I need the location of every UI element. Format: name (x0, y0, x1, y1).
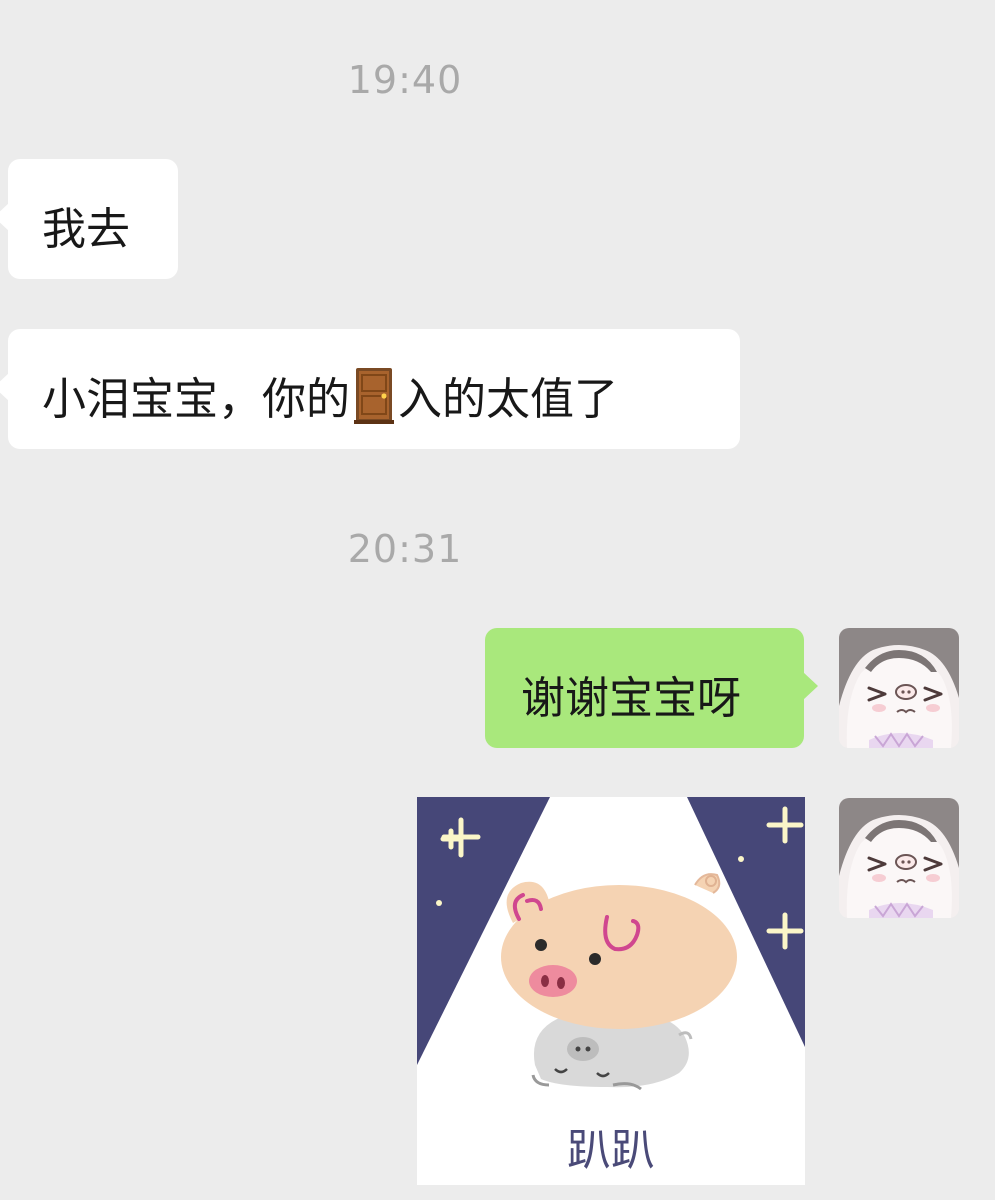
incoming-message-bubble[interactable]: 小泪宝宝，你的 入的太值了 (0, 329, 740, 449)
bubble-tail (0, 373, 9, 401)
pig-sticker-message[interactable]: 趴趴 (417, 797, 805, 1185)
sticker-caption: 趴趴 (567, 1125, 655, 1176)
message-text: 小泪宝宝，你的 (42, 374, 350, 425)
message-text: 入的太值了 (398, 374, 618, 425)
timestamp: 20:31 (347, 527, 463, 571)
message-text: 谢谢宝宝呀 (521, 673, 741, 724)
door-emoji-icon (354, 366, 394, 424)
user-avatar[interactable] (839, 628, 959, 748)
bubble-tail (0, 203, 9, 231)
incoming-message-bubble[interactable]: 我去 (0, 159, 178, 279)
lying-pig-sticker-icon: 趴趴 (417, 797, 805, 1185)
message-text: 我去 (42, 204, 130, 255)
timestamp: 19:40 (347, 58, 463, 102)
user-avatar[interactable] (839, 798, 959, 918)
outgoing-message-bubble[interactable]: 谢谢宝宝呀 (485, 628, 818, 748)
bubble-tail (803, 672, 818, 700)
